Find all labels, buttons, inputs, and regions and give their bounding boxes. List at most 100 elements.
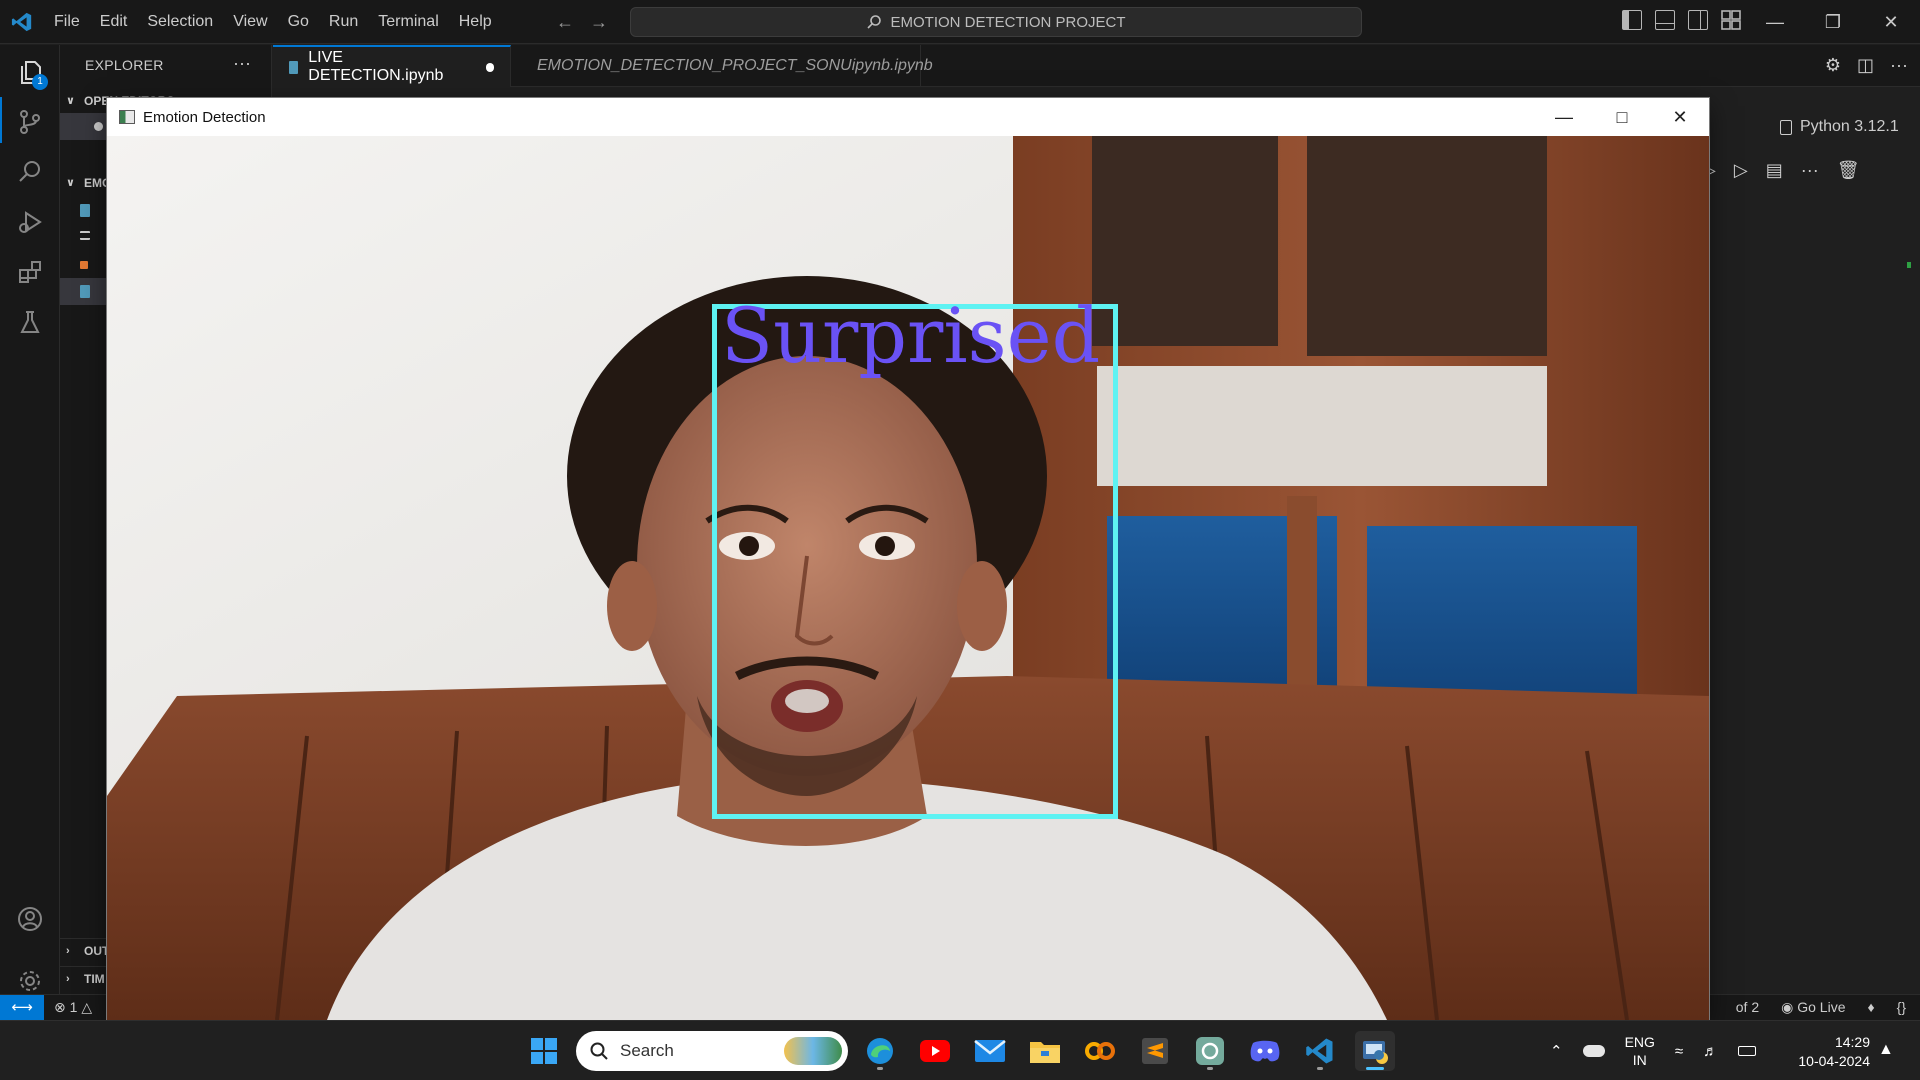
onedrive-cloud-icon[interactable]	[1582, 1045, 1605, 1057]
clock-date: 10-04-2024	[1798, 1053, 1870, 1069]
taskbar-mail[interactable]	[970, 1031, 1010, 1071]
tab-label: EMOTION_DETECTION_PROJECT_SONUipynb.ipyn…	[537, 57, 933, 74]
search-icon[interactable]	[10, 152, 50, 192]
vscode-window-controls: — ❐ ✕	[1746, 0, 1920, 44]
testing-flask-icon[interactable]	[10, 302, 50, 342]
layout-controls	[1622, 10, 1741, 30]
toggle-primary-sidebar-icon[interactable]	[1622, 10, 1642, 30]
colab-icon	[1085, 1042, 1115, 1060]
emotion-window-titlebar[interactable]: Emotion Detection — □ ✕	[107, 98, 1709, 136]
taskbar-file-explorer[interactable]	[1025, 1031, 1065, 1071]
start-button[interactable]	[524, 1031, 564, 1071]
split-editor-icon[interactable]: ◫	[1857, 55, 1874, 76]
more-actions-icon[interactable]: ···	[1801, 160, 1819, 181]
rss-file-icon	[80, 261, 88, 269]
menu-run[interactable]: Run	[319, 7, 368, 37]
running-indicator	[877, 1067, 883, 1070]
volume-icon[interactable]: ♬	[1703, 1043, 1718, 1060]
activity-bar: 1	[0, 45, 60, 1020]
delete-cell-icon[interactable]: 🗑	[1837, 160, 1860, 181]
kernel-picker[interactable]: Python 3.12.1	[1780, 118, 1899, 136]
chevron-down-icon: ∨	[66, 95, 75, 107]
vscode-logo-icon	[0, 0, 44, 44]
notebook-file-icon	[80, 285, 90, 298]
tab-live-detection[interactable]: LIVE DETECTION.ipynb	[273, 45, 511, 87]
text-file-icon	[80, 231, 90, 240]
close-icon[interactable]: ✕	[1651, 98, 1709, 136]
remote-indicator-icon[interactable]: ⟷	[0, 995, 44, 1021]
timeline-label: TIM	[84, 972, 105, 986]
youtube-icon	[920, 1040, 950, 1062]
go-live-button[interactable]: ◉ Go Live	[1781, 999, 1845, 1016]
taskbar-python[interactable]	[1355, 1031, 1395, 1071]
language-indicator[interactable]: ENG IN	[1625, 1033, 1655, 1069]
taskbar-discord[interactable]	[1245, 1031, 1285, 1071]
wifi-icon[interactable]: ≈	[1675, 1043, 1683, 1060]
clock-time: 14:29	[1834, 1034, 1870, 1050]
problems-indicator[interactable]: ⊗ 1 △	[54, 999, 92, 1016]
explorer-badge: 1	[32, 74, 48, 90]
menu-edit[interactable]: Edit	[90, 7, 138, 37]
taskbar-vscode[interactable]	[1300, 1031, 1340, 1071]
menu-go[interactable]: Go	[278, 7, 319, 37]
source-control-icon[interactable]	[10, 102, 50, 142]
maximize-icon[interactable]: □	[1593, 98, 1651, 136]
menu-help[interactable]: Help	[449, 7, 502, 37]
menu-selection[interactable]: Selection	[137, 7, 223, 37]
chatgpt-icon	[1196, 1037, 1224, 1065]
split-cell-icon[interactable]: ▤	[1766, 160, 1783, 181]
gear-icon[interactable]: ⚙	[1825, 55, 1841, 76]
unsaved-dot-icon	[94, 122, 103, 131]
command-center-label: EMOTION DETECTION PROJECT	[890, 13, 1126, 31]
search-placeholder: Search	[620, 1041, 674, 1060]
navigation-arrows: ← →	[556, 8, 608, 36]
chevron-up-icon[interactable]: ⌃	[1550, 1042, 1563, 1060]
back-arrow-icon[interactable]: ←	[556, 8, 574, 36]
menu-terminal[interactable]: Terminal	[368, 7, 448, 37]
minimize-icon[interactable]: —	[1746, 0, 1804, 44]
feedback-icon[interactable]: {}	[1897, 999, 1906, 1016]
command-center-search[interactable]: EMOTION DETECTION PROJECT	[630, 7, 1362, 37]
tab-emotion-detection-project[interactable]: EMOTION_DETECTION_PROJECT_SONUipynb.ipyn…	[511, 45, 933, 87]
restore-icon[interactable]: ❐	[1804, 0, 1862, 44]
explorer-icon[interactable]: 1	[10, 52, 50, 92]
chevron-right-icon: ›	[66, 945, 70, 957]
forward-arrow-icon[interactable]: →	[590, 8, 608, 36]
taskbar-chatgpt[interactable]	[1190, 1031, 1230, 1071]
more-actions-icon[interactable]: ···	[1890, 55, 1908, 76]
run-debug-icon[interactable]	[10, 202, 50, 242]
page-indicator[interactable]: of 2	[1736, 999, 1759, 1016]
close-icon[interactable]: ✕	[1862, 0, 1920, 44]
running-indicator	[1317, 1067, 1323, 1070]
taskbar-clock[interactable]: 14:29 10-04-2024	[1780, 1033, 1870, 1071]
taskbar-edge[interactable]	[860, 1031, 900, 1071]
windows-taskbar: Search ⌃ ENG IN ≈ ♬ 14:29 10-04-2024 ▲	[0, 1020, 1920, 1080]
notifications-bell-icon[interactable]: ♦	[1867, 999, 1874, 1016]
python-icon	[1363, 1041, 1388, 1064]
minimize-icon[interactable]: —	[1535, 98, 1593, 136]
go-live-label: Go Live	[1797, 999, 1846, 1015]
menu-bar: File Edit Selection View Go Run Terminal…	[44, 0, 502, 44]
unsaved-dot-icon[interactable]	[485, 62, 494, 72]
extensions-icon[interactable]	[10, 252, 50, 292]
toggle-secondary-sidebar-icon[interactable]	[1688, 10, 1708, 30]
active-view-indicator	[0, 97, 2, 143]
taskbar-sublime[interactable]	[1135, 1031, 1175, 1071]
face-bounding-box	[712, 304, 1118, 819]
menu-file[interactable]: File	[44, 7, 90, 37]
execute-below-icon[interactable]: ▷	[1734, 160, 1748, 181]
running-indicator	[1207, 1067, 1213, 1070]
taskbar-colab[interactable]	[1080, 1031, 1120, 1071]
notification-bell-icon[interactable]: ▲	[1878, 1041, 1894, 1059]
taskbar-youtube[interactable]	[915, 1031, 955, 1071]
more-actions-icon[interactable]: ···	[233, 53, 251, 74]
edge-icon	[867, 1038, 893, 1064]
menu-view[interactable]: View	[223, 7, 277, 37]
battery-icon[interactable]	[1738, 1046, 1757, 1056]
emotion-label: Surprised	[721, 291, 1101, 380]
toggle-panel-icon[interactable]	[1655, 10, 1675, 30]
customize-layout-icon[interactable]	[1721, 10, 1741, 30]
accounts-icon[interactable]	[10, 899, 50, 939]
discord-icon	[1250, 1040, 1280, 1062]
taskbar-search[interactable]: Search	[576, 1031, 848, 1071]
